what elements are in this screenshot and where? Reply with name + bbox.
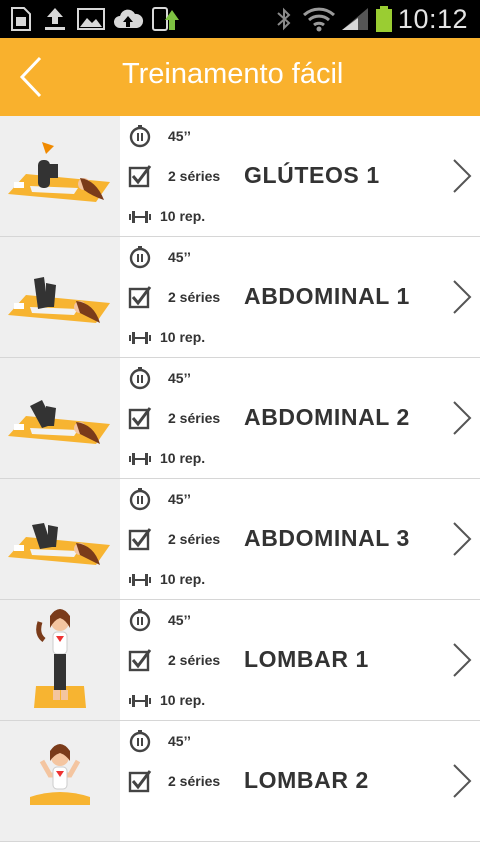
status-time: 10:12 bbox=[397, 4, 468, 34]
duration-text: 45’’ bbox=[168, 612, 191, 628]
duration-text: 45’’ bbox=[168, 733, 191, 749]
exercise-illustration bbox=[0, 479, 120, 599]
cloud-upload-icon bbox=[114, 9, 144, 28]
exercise-title: LOMBAR 1 bbox=[244, 646, 369, 672]
duration-text: 45’’ bbox=[168, 128, 191, 144]
exercise-title: ABDOMINAL 2 bbox=[244, 404, 410, 430]
chevron-right-icon bbox=[453, 643, 472, 677]
timer-icon bbox=[129, 609, 151, 632]
dumbbell-icon bbox=[129, 574, 151, 586]
chevron-right-icon bbox=[453, 522, 472, 556]
exercise-illustration bbox=[0, 358, 120, 478]
timer-icon bbox=[129, 125, 151, 148]
exercise-row[interactable]: 45’’ 2 séries 10 rep. ABDOMINAL 2 bbox=[0, 358, 480, 479]
reps-text: 10 rep. bbox=[160, 208, 206, 224]
exercise-illustration bbox=[0, 600, 120, 720]
reps-text: 10 rep. bbox=[160, 329, 206, 345]
upload-icon bbox=[45, 8, 65, 30]
checkbox-icon bbox=[128, 407, 152, 430]
checkbox-icon bbox=[128, 528, 152, 551]
dumbbell-icon bbox=[129, 332, 151, 344]
exercise-illustration bbox=[0, 237, 120, 357]
checkbox-icon bbox=[128, 770, 152, 793]
chevron-right-icon bbox=[453, 159, 472, 193]
checkbox-icon bbox=[128, 286, 152, 309]
exercise-row[interactable]: 45’’ 2 séries 10 rep. ABDOMINAL 3 bbox=[0, 479, 480, 600]
duration-text: 45’’ bbox=[168, 249, 191, 265]
series-text: 2 séries bbox=[168, 289, 221, 305]
exercise-row[interactable]: 45’’ 2 séries 10 rep. LOMBAR 1 bbox=[0, 600, 480, 721]
exercise-title: ABDOMINAL 3 bbox=[244, 525, 410, 551]
exercise-row[interactable]: 45’’ 2 séries 10 rep. GLÚTEOS 1 bbox=[0, 116, 480, 237]
exercise-row[interactable]: 45’’ 2 séries 10 rep. ABDOMINAL 1 bbox=[0, 237, 480, 358]
reps-text: 10 rep. bbox=[160, 692, 206, 708]
reps-text: 10 rep. bbox=[160, 571, 206, 587]
gallery-icon bbox=[77, 8, 105, 30]
timer-icon bbox=[129, 488, 151, 511]
app-bar: Treinamento fácil bbox=[0, 38, 480, 116]
duration-text: 45’’ bbox=[168, 491, 191, 507]
page-title: Treinamento fácil bbox=[122, 58, 344, 90]
back-chevron-icon bbox=[19, 56, 42, 98]
exercise-title: ABDOMINAL 1 bbox=[244, 283, 410, 309]
status-bar: 10:12 bbox=[0, 0, 480, 38]
exercise-list: 45’’ 2 séries 10 rep. GLÚTEOS 1 45’’ 2 s… bbox=[0, 116, 480, 842]
reps-text: 10 rep. bbox=[160, 450, 206, 466]
back-button[interactable] bbox=[10, 50, 56, 104]
checkbox-icon bbox=[128, 649, 152, 672]
series-text: 2 séries bbox=[168, 168, 221, 184]
bluetooth-icon bbox=[277, 7, 291, 31]
timer-icon bbox=[129, 730, 151, 753]
screen-sync-icon bbox=[152, 7, 179, 31]
exercise-row[interactable]: 45’’ 2 séries LOMBAR 2 bbox=[0, 721, 480, 842]
series-text: 2 séries bbox=[168, 773, 221, 789]
battery-icon bbox=[376, 6, 392, 32]
signal-icon bbox=[342, 8, 368, 30]
exercise-title: GLÚTEOS 1 bbox=[244, 162, 380, 188]
series-text: 2 séries bbox=[168, 652, 221, 668]
chevron-right-icon bbox=[453, 280, 472, 314]
exercise-title: LOMBAR 2 bbox=[244, 767, 369, 793]
exercise-illustration bbox=[0, 721, 120, 841]
dumbbell-icon bbox=[129, 695, 151, 707]
timer-icon bbox=[129, 246, 151, 269]
dumbbell-icon bbox=[129, 211, 151, 223]
duration-text: 45’’ bbox=[168, 370, 191, 386]
chevron-right-icon bbox=[453, 401, 472, 435]
sim-card-icon bbox=[11, 7, 31, 31]
timer-icon bbox=[129, 367, 151, 390]
series-text: 2 séries bbox=[168, 531, 221, 547]
chevron-right-icon bbox=[453, 764, 472, 798]
series-text: 2 séries bbox=[168, 410, 221, 426]
checkbox-icon bbox=[128, 165, 152, 188]
exercise-illustration bbox=[0, 116, 120, 236]
wifi-icon bbox=[302, 7, 336, 32]
dumbbell-icon bbox=[129, 453, 151, 465]
